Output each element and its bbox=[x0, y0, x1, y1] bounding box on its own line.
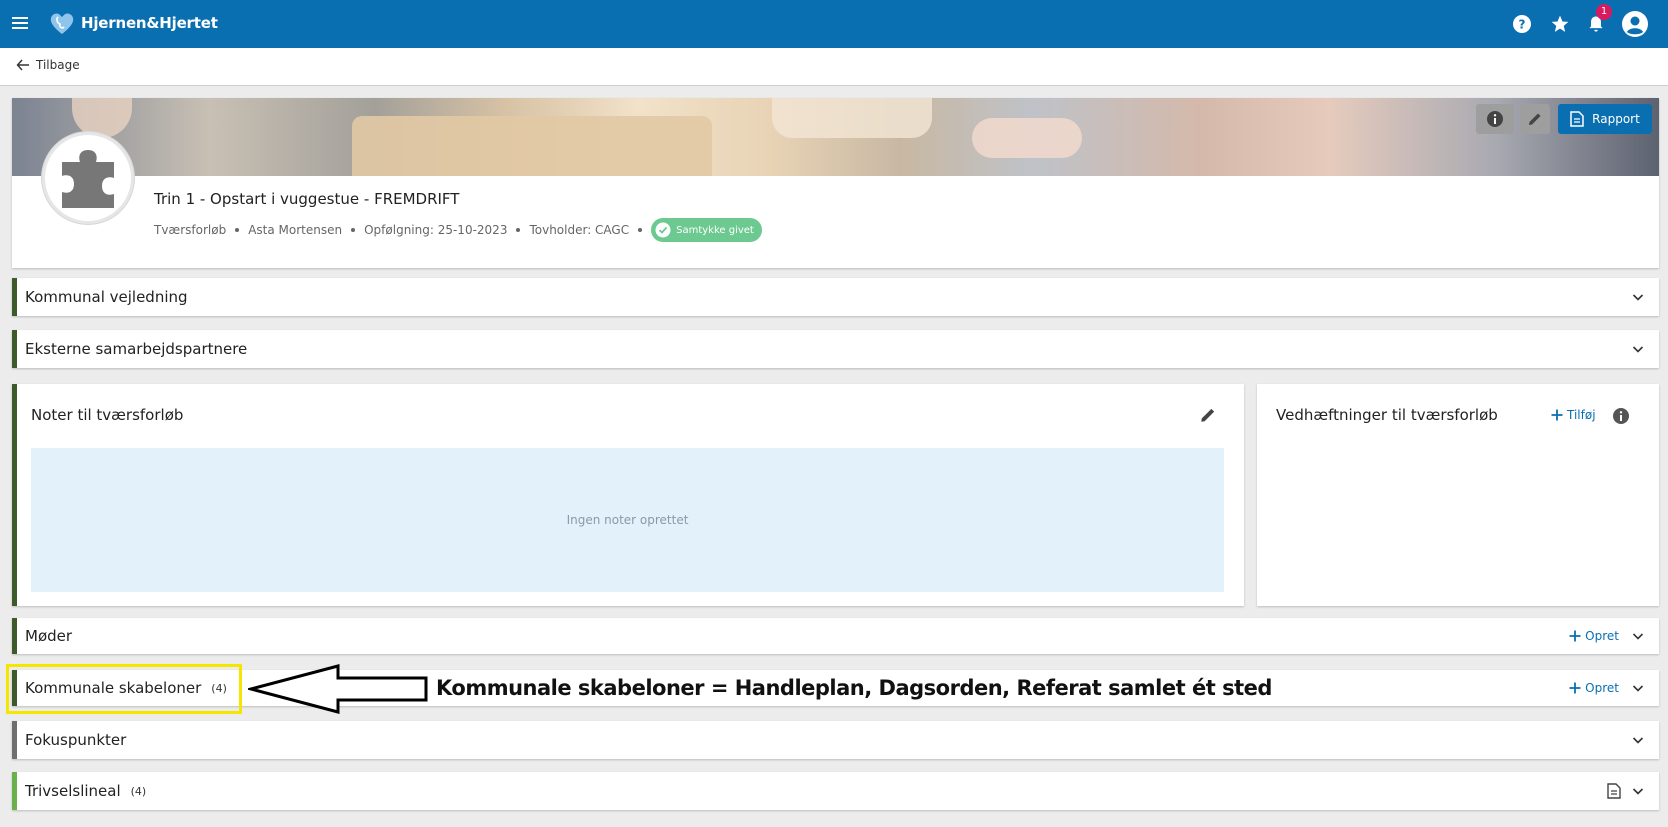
plus-icon bbox=[1569, 630, 1581, 642]
section-fokuspunkter[interactable]: Fokuspunkter bbox=[12, 721, 1659, 759]
meta-coordinator: Tovholder: CAGC bbox=[529, 223, 630, 237]
puzzle-piece-icon bbox=[62, 150, 114, 208]
section-eksterne-samarbejdspartnere[interactable]: Eksterne samarbejdspartnere bbox=[12, 330, 1659, 368]
create-template-button[interactable]: Opret bbox=[1569, 681, 1619, 695]
app-name: Hjernen&Hjertet bbox=[81, 14, 218, 32]
chevron-down-icon[interactable] bbox=[1631, 733, 1645, 747]
pencil-icon[interactable] bbox=[1199, 406, 1217, 424]
opret-label: Opret bbox=[1585, 681, 1619, 695]
section-kommunal-vejledning[interactable]: Kommunal vejledning bbox=[12, 278, 1659, 316]
section-title: Fokuspunkter bbox=[25, 731, 127, 749]
attachments-card: Vedhæftninger til tværsforløb Tilføj bbox=[1257, 384, 1659, 606]
case-header-card: Rapport Trin 1 - Opstart i vuggestue - F… bbox=[12, 98, 1659, 268]
back-bar: Tilbage bbox=[0, 48, 1668, 86]
back-link[interactable]: Tilbage bbox=[16, 58, 80, 72]
chevron-down-icon[interactable] bbox=[1631, 629, 1645, 643]
chevron-down-icon[interactable] bbox=[1631, 342, 1645, 356]
section-title: Møder bbox=[25, 627, 73, 645]
document-icon bbox=[1570, 111, 1584, 127]
arrow-left-annotation-icon bbox=[248, 664, 428, 714]
check-circle-icon bbox=[655, 222, 671, 238]
arrow-left-icon bbox=[16, 59, 29, 71]
notes-empty-state: Ingen noter oprettet bbox=[31, 448, 1224, 592]
section-title: Trivselslineal bbox=[25, 782, 121, 800]
info-button[interactable] bbox=[1476, 104, 1514, 134]
section-title: Kommunale skabeloner bbox=[25, 679, 202, 697]
document-icon[interactable] bbox=[1607, 783, 1621, 799]
case-title: Trin 1 - Opstart i vuggestue - FREMDRIFT bbox=[154, 190, 460, 208]
edit-button[interactable] bbox=[1520, 104, 1550, 134]
chevron-down-icon[interactable] bbox=[1631, 681, 1645, 695]
back-label: Tilbage bbox=[36, 58, 80, 72]
section-count: (4) bbox=[211, 681, 227, 695]
section-title: Eksterne samarbejdspartnere bbox=[25, 340, 248, 358]
section-trivselslineal[interactable]: Trivselslineal (4) bbox=[12, 772, 1659, 810]
section-title: Kommunal vejledning bbox=[25, 288, 188, 306]
meta-child: Asta Mortensen bbox=[248, 223, 343, 237]
star-icon[interactable] bbox=[1548, 12, 1572, 36]
add-attachment-label: Tilføj bbox=[1567, 408, 1596, 422]
report-label: Rapport bbox=[1592, 112, 1640, 126]
notes-title: Noter til tværsforløb bbox=[31, 406, 184, 424]
case-meta: Tværsforløb Asta Mortensen Opfølgning: 2… bbox=[154, 218, 762, 242]
heart-logo-icon bbox=[50, 13, 74, 34]
account-icon[interactable] bbox=[1620, 9, 1650, 39]
info-icon[interactable] bbox=[1612, 407, 1630, 425]
pencil-icon bbox=[1529, 113, 1541, 125]
consent-badge: Samtykke givet bbox=[651, 218, 762, 242]
banner-image: Rapport bbox=[12, 98, 1659, 176]
opret-label: Opret bbox=[1585, 629, 1619, 643]
annotation-text: Kommunale skabeloner = Handleplan, Dagso… bbox=[436, 676, 1272, 700]
info-icon bbox=[1487, 111, 1503, 127]
help-icon[interactable]: ? bbox=[1510, 12, 1534, 36]
chevron-down-icon[interactable] bbox=[1631, 784, 1645, 798]
notification-badge: 1 bbox=[1596, 4, 1612, 20]
attachments-title: Vedhæftninger til tværsforløb bbox=[1276, 406, 1498, 424]
section-count: (4) bbox=[130, 784, 147, 798]
chevron-down-icon[interactable] bbox=[1631, 290, 1645, 304]
section-moder[interactable]: Møder Opret bbox=[12, 618, 1659, 654]
plus-icon bbox=[1569, 682, 1581, 694]
svg-text:?: ? bbox=[1519, 18, 1526, 32]
meta-followup: Opfølgning: 25-10-2023 bbox=[364, 223, 508, 237]
notes-card: Noter til tværsforløb Ingen noter oprett… bbox=[12, 384, 1244, 606]
report-button[interactable]: Rapport bbox=[1558, 104, 1652, 134]
top-app-bar: Hjernen&Hjertet ? 1 bbox=[0, 0, 1668, 48]
app-logo[interactable]: Hjernen&Hjertet bbox=[48, 9, 218, 37]
add-attachment-button[interactable]: Tilføj bbox=[1551, 408, 1596, 422]
create-meeting-button[interactable]: Opret bbox=[1569, 629, 1619, 643]
consent-label: Samtykke givet bbox=[676, 224, 754, 236]
plus-icon bbox=[1551, 409, 1563, 421]
meta-type: Tværsforløb bbox=[154, 223, 227, 237]
case-avatar bbox=[42, 132, 134, 224]
menu-icon[interactable] bbox=[12, 14, 28, 34]
